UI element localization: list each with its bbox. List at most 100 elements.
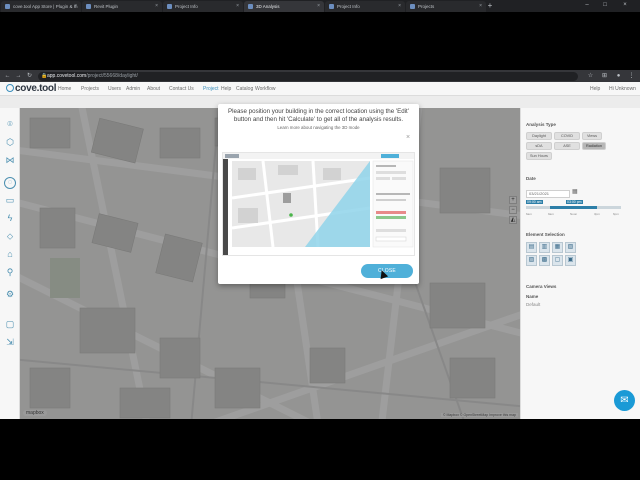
close-tab-icon[interactable]: × [236, 1, 239, 12]
extensions-icon[interactable]: ⊞ [600, 71, 609, 81]
close-tab-icon[interactable]: × [155, 1, 158, 12]
cube-icon[interactable]: ⬡ [4, 136, 16, 148]
nav-about[interactable]: About [147, 82, 160, 96]
nav-admin[interactable]: Admin [126, 82, 140, 96]
time-range-slider[interactable]: 09:00 am 03:00 pm 6am 9am Noon 3pm 6pm [526, 200, 621, 216]
browser-tab[interactable]: Project Info × [325, 1, 405, 12]
element-selection-title: Element Selection [526, 232, 565, 237]
browser-viewport: ← → ↻ 🔒 app.covetool.com/project/55668/d… [0, 70, 640, 419]
forward-icon[interactable]: → [14, 71, 23, 81]
close-tab-icon[interactable]: × [479, 1, 482, 12]
chat-bubble-icon[interactable]: ✉ [614, 390, 635, 411]
chat-icon[interactable]: ▢ [4, 318, 16, 330]
time-tick: 6am [526, 212, 532, 216]
kebab-menu-icon[interactable]: ⋮ [627, 71, 636, 81]
bookmark-star-icon[interactable]: ☆ [586, 71, 595, 81]
modal-message-line1: Please position your building in the cor… [228, 108, 409, 115]
time-tick: 6pm [613, 212, 619, 216]
camera-view-name[interactable]: Default [526, 302, 540, 307]
favicon-icon [410, 4, 415, 9]
gear-icon[interactable]: ⚙ [4, 288, 16, 300]
time-end-label[interactable]: 03:00 pm [566, 200, 583, 204]
positioning-modal: Please position your building in the cor… [218, 104, 419, 284]
url-field[interactable]: 🔒 app.covetool.com/project/55668/dayligh… [38, 71, 578, 81]
close-tab-icon[interactable]: × [74, 1, 77, 12]
map-pin-icon[interactable]: ⌾ [4, 118, 16, 130]
left-toolbar: ⌾ ⬡ ⋈ ◌ ▭ ϟ ⬦ ⌂ ⚲ ⚙ ▢ ⇲ [0, 108, 20, 419]
analysis-covid-button[interactable]: COVID [554, 132, 580, 140]
close-window-button[interactable]: × [618, 0, 632, 10]
nav-users[interactable]: Users [108, 82, 121, 96]
date-input[interactable]: 03/21/2021 [526, 190, 570, 198]
favicon-icon [5, 4, 10, 9]
camera-views-title: Camera Views [526, 284, 557, 289]
time-start-label[interactable]: 09:00 am [526, 200, 543, 204]
time-tick: 3pm [594, 212, 600, 216]
tutorial-preview-image [222, 152, 415, 256]
element-wall-icon[interactable]: ▤ [526, 242, 537, 253]
lock-icon: 🔒 [41, 72, 48, 79]
element-window-icon[interactable]: ▥ [539, 242, 550, 253]
reload-icon[interactable]: ↻ [25, 71, 34, 81]
minimize-button[interactable]: – [580, 0, 594, 10]
logo-mark-icon [6, 84, 14, 92]
nav-help-center[interactable]: Help [221, 82, 231, 96]
slider-range-fill [549, 206, 598, 209]
close-tab-icon[interactable]: × [317, 1, 320, 12]
element-skylight-icon[interactable]: ▩ [539, 255, 550, 266]
calendar-icon[interactable]: ▦ [572, 188, 578, 195]
nav-workflow[interactable]: Workflow [255, 82, 275, 96]
help-link[interactable]: Help [590, 82, 600, 96]
address-bar-row: ← → ↻ 🔒 app.covetool.com/project/55668/d… [0, 70, 640, 82]
nav-projects[interactable]: Projects [81, 82, 99, 96]
name-label: Name [526, 294, 539, 299]
nav-home[interactable]: Home [58, 82, 71, 96]
learn-more-link[interactable]: Learn more about navigating the 3D mode [222, 125, 415, 130]
browser-tab-strip: cove.tool App Store | Plugin & In × Revit… [0, 0, 640, 12]
right-panel: Analysis Type Daylight COVID Views sDA A… [520, 108, 640, 419]
element-roof-icon[interactable]: ▦ [552, 242, 563, 253]
person-icon[interactable]: ⚲ [4, 266, 16, 278]
url-path: /project/55668/daylight/ [86, 72, 138, 79]
browser-tab[interactable]: Projects × [406, 1, 486, 12]
tag-icon[interactable]: ⌂ [4, 248, 16, 260]
tutorial-preview-graphic [223, 153, 414, 255]
nav-project[interactable]: Project [203, 82, 219, 96]
favicon-icon [167, 4, 172, 9]
element-door-icon[interactable]: ▢ [552, 255, 563, 266]
user-menu[interactable]: Hi Unknown [609, 82, 636, 96]
element-floor-icon[interactable]: ▧ [565, 242, 576, 253]
url-host: app.covetool.com [47, 72, 87, 79]
analysis-ase-button[interactable]: ASE [554, 142, 580, 150]
new-tab-button[interactable]: + [486, 0, 494, 12]
folder-icon[interactable]: ▭ [4, 194, 16, 206]
analysis-sun-hours-button[interactable]: Sun Hours [526, 152, 552, 160]
droplet-icon[interactable]: ⬦ [4, 230, 16, 242]
browser-tab[interactable]: cove.tool App Store | Plugin & In × [1, 1, 81, 12]
favicon-icon [248, 4, 253, 9]
browser-tab[interactable]: Project Info × [163, 1, 243, 12]
browser-tab[interactable]: Revit Plugin × [82, 1, 162, 12]
covetool-logo[interactable]: cove.tool [6, 83, 57, 95]
export-icon[interactable]: ⇲ [4, 336, 16, 348]
close-tab-icon[interactable]: × [398, 1, 401, 12]
maximize-button[interactable]: □ [598, 0, 612, 10]
analysis-radiation-button[interactable]: Radiation [582, 142, 606, 150]
share-icon[interactable]: ⋈ [4, 154, 16, 166]
nav-contact[interactable]: Contact Us [169, 82, 194, 96]
back-icon[interactable]: ← [3, 71, 12, 81]
analysis-circle-icon[interactable]: ◌ [4, 177, 16, 189]
close-icon[interactable]: × [406, 134, 410, 141]
analysis-daylight-button[interactable]: Daylight [526, 132, 552, 140]
browser-tab-active[interactable]: 3D Analysis × [244, 1, 324, 12]
element-shade-icon[interactable]: ▨ [526, 255, 537, 266]
nav-catalog[interactable]: Catalog [236, 82, 253, 96]
analysis-views-button[interactable]: Views [582, 132, 602, 140]
element-context-icon[interactable]: ▣ [565, 255, 576, 266]
modal-message-line2: button and then hit 'Calculate' to get a… [233, 116, 404, 123]
bolt-icon[interactable]: ϟ [4, 212, 16, 224]
analysis-sda-button[interactable]: sDA [526, 142, 552, 150]
profile-icon[interactable]: ● [614, 71, 623, 81]
date-title: Date [526, 176, 536, 181]
favicon-icon [86, 4, 91, 9]
